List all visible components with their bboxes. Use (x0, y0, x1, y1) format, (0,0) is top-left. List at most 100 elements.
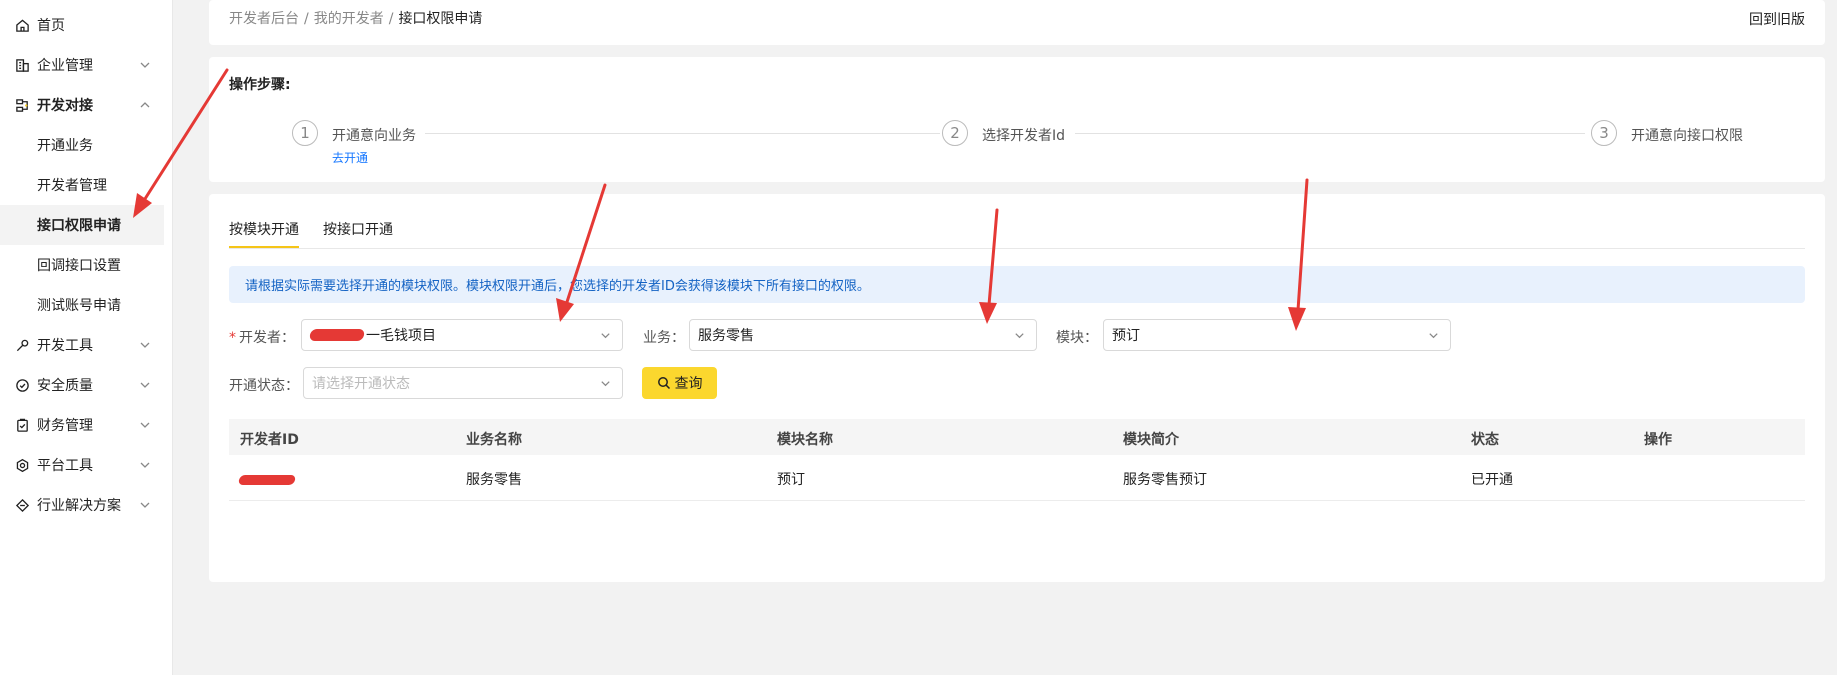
business-label: 业务： (643, 330, 685, 346)
business-select-value: 服务零售 (698, 328, 754, 344)
column-header-developer-id: 开发者ID (240, 432, 299, 448)
developer-label: * 开发者： (229, 327, 295, 347)
developer-id-redacted (237, 473, 297, 489)
column-header-action: 操作 (1644, 432, 1672, 448)
sidebar-item-home[interactable]: 首页 (0, 5, 164, 45)
chevron-down-icon (601, 333, 610, 339)
chevron-down-icon (140, 422, 150, 428)
tab-by-interface[interactable]: 按接口开通 (323, 219, 393, 239)
step-1-label: 开通意向业务 (332, 128, 416, 144)
sidebar-subitem-open-business[interactable]: 开通业务 (0, 125, 164, 165)
module-label: 模块： (1056, 330, 1098, 346)
info-notice-text: 请根据实际需要选择开通的模块权限。模块权限开通后，您选择的开发者ID会获得该模块… (245, 279, 870, 294)
sidebar-subitem-test-account[interactable]: 测试账号申请 (0, 285, 164, 325)
sidebar-item-label: 财务管理 (37, 418, 93, 434)
cell-business-name: 服务零售 (466, 472, 522, 488)
column-header-module-name: 模块名称 (777, 432, 833, 448)
developer-select[interactable]: 一毛钱项目 (301, 319, 623, 351)
sidebar-subitem-developer-management[interactable]: 开发者管理 (0, 165, 164, 205)
building-icon (14, 57, 30, 73)
sidebar-subitem-label: 开通业务 (37, 138, 93, 154)
chevron-down-icon (140, 502, 150, 508)
status-select-placeholder: 请选择开通状态 (312, 376, 410, 392)
status-label: 开通状态： (229, 378, 299, 394)
breadcrumb: 开发者后台 / 我的开发者 / 接口权限申请 (229, 8, 482, 28)
step-3-number: 3 (1591, 120, 1617, 146)
sidebar-subitem-label: 开发者管理 (37, 178, 107, 194)
shield-check-icon (14, 377, 30, 393)
sidebar-item-enterprise[interactable]: 企业管理 (0, 45, 164, 85)
sidebar-subitem-callback-settings[interactable]: 回调接口设置 (0, 245, 164, 285)
step-2-number: 2 (942, 120, 968, 146)
home-icon (14, 17, 30, 33)
sidebar-item-industry-solutions[interactable]: 行业解决方案 (0, 485, 164, 525)
sidebar-subitem-label: 测试账号申请 (37, 298, 121, 314)
sidebar-subitem-api-permission[interactable]: 接口权限申请 (0, 205, 164, 245)
active-tab-indicator (229, 246, 299, 248)
wrench-icon (14, 337, 30, 353)
cell-module-name: 预订 (777, 472, 805, 488)
steps-title: 操作步骤: (229, 77, 291, 93)
breadcrumb-item-dev-backend[interactable]: 开发者后台 (229, 11, 299, 27)
step-connector (425, 133, 940, 134)
step-2-label: 选择开发者Id (982, 128, 1066, 144)
chevron-down-icon (140, 342, 150, 348)
sidebar-item-label: 开发工具 (37, 338, 93, 354)
chevron-down-icon (140, 382, 150, 388)
breadcrumb-separator: / (304, 11, 309, 27)
sidebar-item-security-quality[interactable]: 安全质量 (0, 365, 164, 405)
chevron-down-icon (1015, 333, 1024, 339)
module-select[interactable]: 预订 (1103, 319, 1451, 351)
steps-card (209, 57, 1825, 182)
sidebar-item-label: 开发对接 (37, 98, 93, 114)
search-icon (657, 377, 670, 390)
sidebar-subitem-label: 回调接口设置 (37, 258, 121, 274)
sidebar-item-label: 企业管理 (37, 58, 93, 74)
chevron-up-icon (140, 102, 150, 108)
redaction-scribble (308, 329, 366, 341)
sidebar-item-finance[interactable]: 财务管理 (0, 405, 164, 445)
column-header-business-name: 业务名称 (466, 432, 522, 448)
module-select-value: 预订 (1112, 328, 1140, 344)
chevron-down-icon (140, 462, 150, 468)
column-header-module-intro: 模块简介 (1123, 432, 1179, 448)
chevron-down-icon (1429, 333, 1438, 339)
sidebar: 首页 企业管理 开发对接 开通业务 开发者管理 接口权限申请 回调接口设置 测试… (0, 0, 173, 675)
back-to-old-version-link[interactable]: 回到旧版 (1749, 9, 1805, 29)
sidebar-item-label: 平台工具 (37, 458, 93, 474)
diamond-icon (14, 497, 30, 513)
clipboard-check-icon (14, 417, 30, 433)
tab-by-module[interactable]: 按模块开通 (229, 219, 299, 239)
info-notice: 请根据实际需要选择开通的模块权限。模块权限开通后，您选择的开发者ID会获得该模块… (229, 266, 1805, 303)
gear-icon (14, 457, 30, 473)
table-header: 开发者ID 业务名称 模块名称 模块简介 状态 操作 (229, 419, 1805, 455)
developer-select-value: 一毛钱项目 (366, 328, 436, 344)
breadcrumb-item-current: 接口权限申请 (398, 11, 483, 27)
sidebar-subitem-label: 接口权限申请 (37, 218, 121, 234)
breadcrumb-item-my-developers[interactable]: 我的开发者 (314, 11, 384, 27)
chevron-down-icon (140, 62, 150, 68)
sidebar-item-platform-tools[interactable]: 平台工具 (0, 445, 164, 485)
step-1-open-link[interactable]: 去开通 (332, 149, 368, 166)
cell-status: 已开通 (1471, 472, 1513, 488)
table-row: 服务零售 预订 服务零售预订 已开通 (229, 455, 1805, 501)
stack-icon (14, 97, 30, 113)
required-mark: * (229, 330, 236, 346)
redaction-scribble (237, 475, 297, 485)
breadcrumb-separator: / (388, 11, 394, 27)
step-3-label: 开通意向接口权限 (1631, 128, 1743, 144)
developer-label-text: 开发者： (239, 330, 295, 346)
step-connector (1075, 133, 1585, 134)
column-header-status: 状态 (1471, 432, 1499, 448)
sidebar-item-dev-integration[interactable]: 开发对接 (0, 85, 164, 125)
sidebar-item-label: 行业解决方案 (37, 498, 121, 514)
step-1-number: 1 (292, 120, 318, 146)
business-select[interactable]: 服务零售 (689, 319, 1037, 351)
sidebar-item-label: 安全质量 (37, 378, 93, 394)
sidebar-item-dev-tools[interactable]: 开发工具 (0, 325, 164, 365)
query-button[interactable]: 查询 (642, 367, 717, 399)
sidebar-item-label: 首页 (37, 18, 65, 34)
chevron-down-icon (601, 381, 610, 387)
status-select[interactable]: 请选择开通状态 (303, 367, 623, 399)
query-button-label: 查询 (674, 376, 703, 392)
